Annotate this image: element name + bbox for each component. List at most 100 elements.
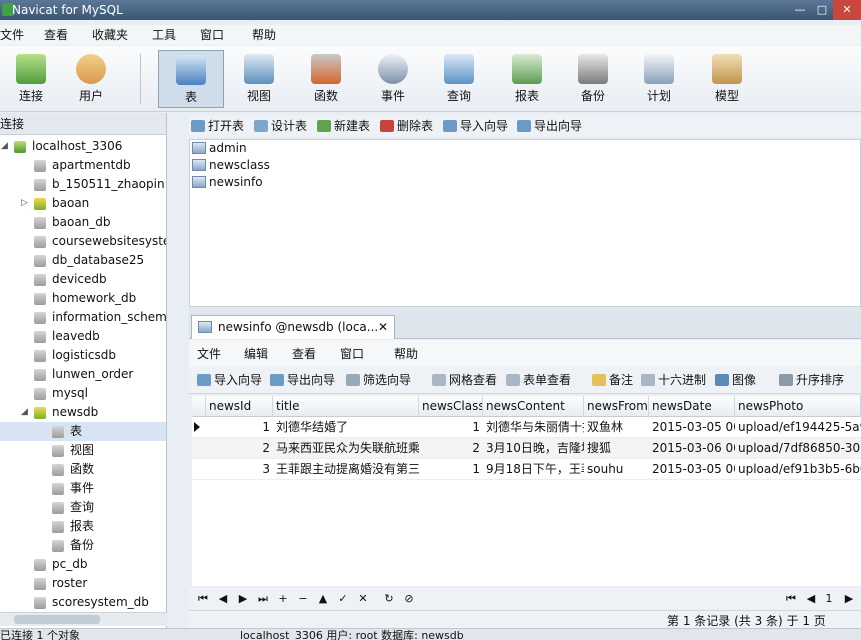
refresh-button[interactable]: ↻ <box>381 591 397 607</box>
tab-newsinfo[interactable]: newsinfo @newsdb (loca... ✕ <box>191 315 395 339</box>
submenu-view[interactable]: 查看 <box>292 345 316 362</box>
grid-cell[interactable]: 2 <box>419 438 483 459</box>
menu-help[interactable]: 帮助 <box>252 25 276 45</box>
grid-cell[interactable]: 9月18日下午，王菲 <box>483 459 584 480</box>
table-item-newsinfo[interactable]: newsinfo <box>192 174 263 191</box>
tree-database-node[interactable]: ◢ newsdb <box>0 403 166 422</box>
export-wizard-button[interactable]: 导出向导 <box>517 118 582 134</box>
cancel-record-button[interactable]: ✕ <box>355 591 371 607</box>
tree-database-node[interactable]: apartmentdb <box>0 156 166 175</box>
collapse-icon[interactable]: ◢ <box>1 137 11 156</box>
tree-database-node[interactable]: mysql <box>0 384 166 403</box>
tree-database-node[interactable]: roster <box>0 574 166 593</box>
function-button[interactable]: 函数 <box>295 50 357 108</box>
backup-button[interactable]: 备份 <box>562 50 624 108</box>
maximize-button[interactable]: □ <box>811 0 833 20</box>
tree-database-node[interactable]: lunwen_order <box>0 365 166 384</box>
grid-cell[interactable]: 1 <box>419 417 483 438</box>
submenu-help[interactable]: 帮助 <box>394 345 418 362</box>
submenu-file[interactable]: 文件 <box>197 345 221 362</box>
user-button[interactable]: 用户 <box>60 50 122 108</box>
grid-cell[interactable]: upload/ef91b3b5-6b02 <box>735 459 861 480</box>
tree-object-node[interactable]: 函数 <box>0 460 166 479</box>
table-button[interactable]: 表 <box>158 50 224 108</box>
table-row[interactable]: 3 王菲跟主动提离婚没有第三 1 9月18日下午，王菲 souhu 2015-03-05 … <box>192 459 861 480</box>
form-view-button[interactable]: 表单查看 <box>506 372 571 388</box>
grid-cell[interactable]: 3 <box>206 459 273 480</box>
grid-cell[interactable]: 2 <box>206 438 273 459</box>
column-header[interactable]: title <box>273 396 419 417</box>
column-header[interactable]: newsClassI <box>419 396 483 417</box>
grid-cell[interactable]: 1 <box>206 417 273 438</box>
tree-database-node[interactable]: information_schema <box>0 308 166 327</box>
last-record-button[interactable]: ⏭ <box>255 591 271 607</box>
scrollbar-thumb[interactable] <box>14 615 100 624</box>
menu-file[interactable]: 文件 <box>0 25 24 45</box>
grid-cell[interactable]: 王菲跟主动提离婚没有第三 <box>273 459 419 480</box>
grid-cell[interactable]: 刘德华结婚了 <box>273 417 419 438</box>
column-header[interactable]: newsContent <box>483 396 584 417</box>
export-button[interactable]: 导出向导 <box>270 372 335 388</box>
tree-object-node[interactable]: 事件 <box>0 479 166 498</box>
image-button[interactable]: 图像 <box>715 372 756 388</box>
sort-asc-button[interactable]: 升序排序 <box>779 372 844 388</box>
tree-object-node[interactable]: 查询 <box>0 498 166 517</box>
minimize-button[interactable]: — <box>789 0 811 20</box>
open-table-button[interactable]: 打开表 <box>191 118 244 134</box>
event-button[interactable]: 事件 <box>362 50 424 108</box>
tree-database-node[interactable]: devicedb <box>0 270 166 289</box>
design-table-button[interactable]: 设计表 <box>254 118 307 134</box>
grid-cell[interactable]: 3月10日晚，吉隆坂 <box>483 438 584 459</box>
grid-cell[interactable]: 刘德华与朱丽倩十扫 <box>483 417 584 438</box>
prev-page-button[interactable]: ◀ <box>803 591 819 607</box>
connection-button[interactable]: 连接 <box>0 50 62 108</box>
tab-close-icon[interactable]: ✕ <box>378 316 388 338</box>
tree-database-node[interactable]: b_150511_zhaopin <box>0 175 166 194</box>
grid-cell[interactable]: 2015-03-05 00: <box>649 417 735 438</box>
grid-cell[interactable]: 1 <box>419 459 483 480</box>
menu-window[interactable]: 窗口 <box>200 25 224 45</box>
grid-cell[interactable]: 双鱼林 <box>584 417 649 438</box>
grid-cell[interactable]: upload/ef194425-5a94 <box>735 417 861 438</box>
query-button[interactable]: 查询 <box>428 50 490 108</box>
memo-button[interactable]: 备注 <box>592 372 633 388</box>
model-button[interactable]: 模型 <box>696 50 758 108</box>
grid-cell[interactable]: 2015-03-06 00: <box>649 438 735 459</box>
submenu-edit[interactable]: 编辑 <box>244 345 268 362</box>
first-page-button[interactable]: ⏮ <box>783 591 799 607</box>
add-record-button[interactable]: + <box>275 591 291 607</box>
table-item-newsclass[interactable]: newsclass <box>192 157 270 174</box>
tree-database-node[interactable]: logisticsdb <box>0 346 166 365</box>
column-header[interactable]: newsFrom <box>584 396 649 417</box>
grid-view-button[interactable]: 网格查看 <box>432 372 497 388</box>
view-button[interactable]: 视图 <box>228 50 290 108</box>
schedule-button[interactable]: 计划 <box>628 50 690 108</box>
tree-database-node[interactable]: db_database25 <box>0 251 166 270</box>
filter-button[interactable]: 筛选向导 <box>346 372 411 388</box>
grid-cell[interactable]: 马来西亚民众为失联航班乘 <box>273 438 419 459</box>
table-row[interactable]: 1刘德华结婚了1刘德华与朱丽倩十扫双鱼林2015-03-05 00:upload… <box>192 417 861 438</box>
menu-tools[interactable]: 工具 <box>152 25 176 45</box>
new-table-button[interactable]: 新建表 <box>317 118 370 134</box>
tree-horizontal-scrollbar[interactable] <box>0 612 167 626</box>
menu-favorites[interactable]: 收藏夹 <box>92 25 128 45</box>
menu-view[interactable]: 查看 <box>44 25 68 45</box>
delete-table-button[interactable]: 删除表 <box>380 118 433 134</box>
tree-database-node[interactable]: ▷ baoan <box>0 194 166 213</box>
tree-object-node[interactable]: 备份 <box>0 536 166 555</box>
next-record-button[interactable]: ▶ <box>235 591 251 607</box>
close-button[interactable]: ✕ <box>833 0 861 20</box>
hex-button[interactable]: 十六进制 <box>641 372 706 388</box>
column-header[interactable]: newsId <box>206 396 273 417</box>
tree-database-node[interactable]: leavedb <box>0 327 166 346</box>
tree-database-node[interactable]: homework_db <box>0 289 166 308</box>
submenu-window[interactable]: 窗口 <box>340 345 364 362</box>
tree-database-node[interactable]: baoan_db <box>0 213 166 232</box>
pane-splitter[interactable] <box>167 113 189 628</box>
tree-object-node[interactable]: 视图 <box>0 441 166 460</box>
grid-cell[interactable]: 2015-03-05 00: <box>649 459 735 480</box>
tree-database-node[interactable]: scoresystem_db <box>0 593 166 612</box>
apply-record-button[interactable]: ✓ <box>335 591 351 607</box>
tree-object-node[interactable]: 报表 <box>0 517 166 536</box>
grid-cell[interactable]: souhu <box>584 459 649 480</box>
